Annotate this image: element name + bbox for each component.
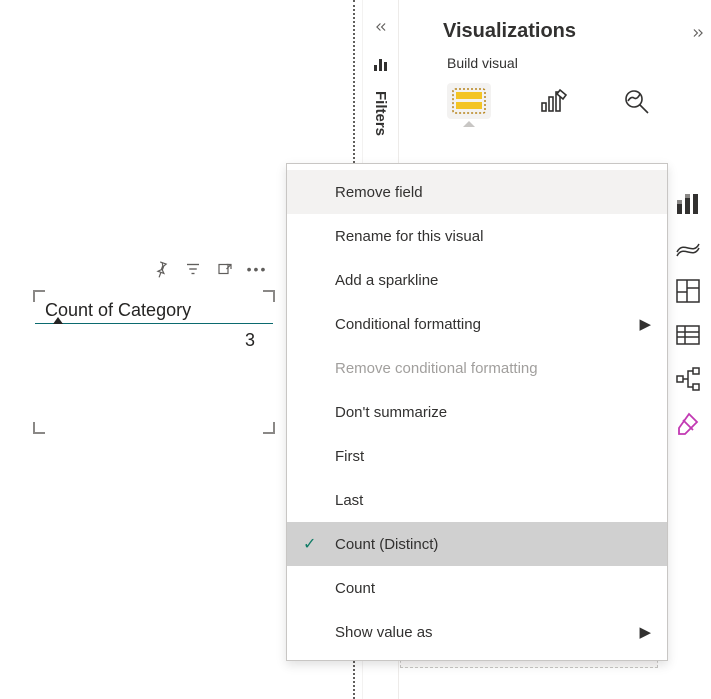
menu-item-label: Rename for this visual xyxy=(335,228,483,245)
expand-chevron-icon[interactable] xyxy=(690,24,706,45)
more-options-icon[interactable]: ••• xyxy=(248,260,266,278)
viz-eraser-icon[interactable] xyxy=(675,410,701,436)
menu-item-label: Count (Distinct) xyxy=(335,536,438,553)
menu-item-label: Remove field xyxy=(335,184,423,201)
menu-item-label: Conditional formatting xyxy=(335,316,481,333)
menu-remove-conditional-formatting: Remove conditional formatting xyxy=(287,346,667,390)
menu-rename-for-visual[interactable]: Rename for this visual xyxy=(287,214,667,258)
pane-title: Visualizations xyxy=(443,20,576,42)
submenu-arrow-icon: ▶ xyxy=(639,623,651,641)
menu-item-label: Last xyxy=(335,492,363,509)
resize-handle-br[interactable] xyxy=(263,422,275,434)
visual-value: 3 xyxy=(35,324,273,357)
filters-label: Filters xyxy=(372,91,389,136)
menu-item-label: Remove conditional formatting xyxy=(335,360,538,377)
menu-show-value-as[interactable]: Show value as ▶ xyxy=(287,610,667,654)
menu-item-label: Don't summarize xyxy=(335,404,447,421)
collapse-chevron-icon[interactable] xyxy=(373,20,389,37)
visual-column-header[interactable]: Count of Category xyxy=(35,292,273,324)
checkmark-icon: ✓ xyxy=(303,534,316,554)
menu-remove-field[interactable]: Remove field xyxy=(287,170,667,214)
menu-item-label: Add a sparkline xyxy=(335,272,438,289)
menu-item-label: Count xyxy=(335,580,375,597)
menu-item-label: Show value as xyxy=(335,624,433,641)
menu-first[interactable]: First xyxy=(287,434,667,478)
viz-table-icon[interactable] xyxy=(675,322,701,348)
viz-tabs xyxy=(399,79,666,131)
visual-toolbar: ••• xyxy=(152,260,266,278)
viz-decomposition-icon[interactable] xyxy=(675,366,701,392)
visual-type-strip xyxy=(670,190,706,436)
menu-item-label: First xyxy=(335,448,364,465)
viz-stacked-column-icon[interactable] xyxy=(675,190,701,216)
field-context-menu: Remove field Rename for this visual Add … xyxy=(286,163,668,661)
menu-add-sparkline[interactable]: Add a sparkline xyxy=(287,258,667,302)
resize-handle-bl[interactable] xyxy=(33,422,45,434)
pin-icon[interactable] xyxy=(152,260,170,278)
card-visual[interactable]: Count of Category 3 xyxy=(35,292,273,432)
visual-header-text: Count of Category xyxy=(45,300,191,320)
tab-build-visual[interactable] xyxy=(447,83,491,119)
menu-count-distinct[interactable]: ✓ Count (Distinct) xyxy=(287,522,667,566)
menu-last[interactable]: Last xyxy=(287,478,667,522)
filter-icon[interactable] xyxy=(184,260,202,278)
focus-mode-icon[interactable] xyxy=(216,260,234,278)
pane-subtitle: Build visual xyxy=(399,55,666,79)
menu-conditional-formatting[interactable]: Conditional formatting ▶ xyxy=(287,302,667,346)
filters-mini-icon xyxy=(374,57,387,71)
tab-format-visual[interactable] xyxy=(531,83,575,119)
sort-ascending-icon xyxy=(53,317,63,324)
tab-analytics[interactable] xyxy=(615,83,659,119)
menu-count[interactable]: Count xyxy=(287,566,667,610)
submenu-arrow-icon: ▶ xyxy=(639,315,651,333)
viz-treemap-icon[interactable] xyxy=(675,278,701,304)
viz-ribbon-icon[interactable] xyxy=(675,234,701,260)
menu-dont-summarize[interactable]: Don't summarize xyxy=(287,390,667,434)
